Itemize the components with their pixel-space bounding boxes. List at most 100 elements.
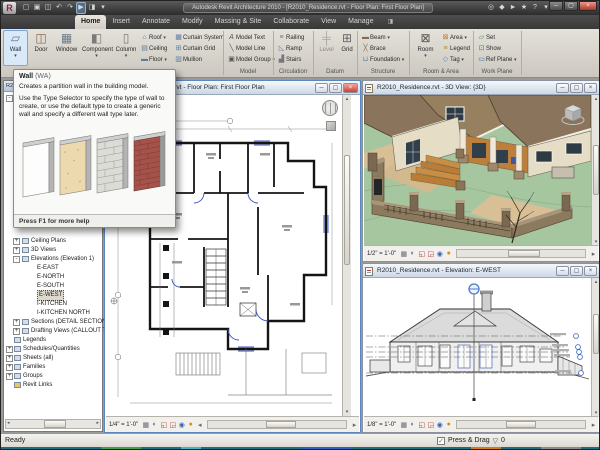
crop-view-icon[interactable]: ◱ [417,421,426,429]
window-button[interactable]: ▦ Window [54,30,79,66]
floor-button[interactable]: ▬Floor ▾ [140,54,167,65]
viewbar-more-icon[interactable]: ◂ [195,421,204,429]
roof-button[interactable]: ⌂Roof ▾ [140,32,166,43]
reveal-hidden-icon[interactable]: ● [186,421,195,428]
graphics-style-icon[interactable]: ▦ [399,250,408,258]
column-button[interactable]: ▯ Column ▾ [114,30,138,66]
scroll-thumb[interactable] [344,155,350,265]
legend-button[interactable]: ≡Legend [441,43,470,54]
scale-control[interactable]: 1/2" = 1'-0" [364,251,399,257]
crop-view-icon[interactable]: ◱ [159,421,168,429]
temporary-hide-icon[interactable]: ◉ [435,250,444,258]
maximize-button[interactable]: ▢ [564,1,578,11]
child-minimize-button[interactable]: ─ [556,266,569,276]
3d-view-horizontal-scrollbar[interactable] [456,249,586,258]
tree-item-e-north[interactable]: E-NORTH [4,273,102,282]
tab-manage[interactable]: Manage [342,15,379,29]
tree-item-schedules[interactable]: +Schedules/Quantities [4,345,102,354]
open-icon[interactable]: ▣ [32,2,42,14]
revit-logo-icon[interactable]: R [3,2,16,14]
modify-icon[interactable]: ◨ [87,2,97,14]
viewcube-icon[interactable] [560,101,586,127]
tab-home[interactable]: Home [75,15,106,29]
tab-view[interactable]: View [315,15,342,29]
panel-label-structure[interactable]: Structure [357,67,409,77]
show-button[interactable]: ⊡Show [477,43,501,54]
wall-button[interactable]: ▱ Wall ▾ [3,30,28,66]
shadows-icon[interactable]: ◐ [408,250,417,257]
reveal-hidden-icon[interactable]: ● [444,421,453,428]
floor-plan-horizontal-scrollbar[interactable] [207,420,347,429]
tab-insert[interactable]: Insert [106,15,136,29]
child-restore-button[interactable]: ▢ [329,83,342,93]
ramp-button[interactable]: ◺Ramp [277,43,302,54]
grid-button[interactable]: ⊞ Grid [338,30,356,66]
minimize-button[interactable]: ─ [549,1,563,11]
steering-wheel-icon[interactable] [322,100,338,116]
communication-icon[interactable]: ► [508,2,518,14]
mullion-button[interactable]: ▥Mullion [174,54,202,65]
scale-control[interactable]: 1/8" = 1'-0" [364,422,399,428]
child-minimize-button[interactable]: ─ [556,83,569,93]
temporary-hide-icon[interactable]: ◉ [435,421,444,429]
press-drag-checkbox[interactable]: ✓ [437,437,445,445]
ceiling-button[interactable]: ▤Ceiling [140,43,167,54]
undo-icon[interactable]: ↶ [54,2,64,14]
qat-dropdown-icon[interactable]: ▾ [98,2,108,14]
elevation-horizontal-scrollbar[interactable] [456,420,586,429]
tree-item-legends[interactable]: Legends [4,336,102,345]
scroll-up-icon[interactable]: ▴ [592,95,600,103]
title-bar[interactable]: R ▢ ▣ ◫ ↶ ↷ ▶ ◨ ▾ Autodesk Revit Archite… [1,1,599,15]
scroll-right-icon[interactable]: ▸ [96,420,99,426]
child-close-button[interactable]: × [584,83,597,93]
set-button[interactable]: ▱Set [477,32,495,43]
3d-view-canvas[interactable]: ▴ ▾ [364,95,600,246]
redo-icon[interactable]: ↷ [65,2,75,14]
child-close-button[interactable]: × [343,83,358,93]
tree-item-e-east[interactable]: E-EAST [4,264,102,273]
scroll-up-icon[interactable]: ▴ [343,95,351,103]
crop-region-icon[interactable]: ◲ [426,421,435,429]
tree-item-revit-links[interactable]: Revit Links [4,381,102,390]
child-restore-button[interactable]: ▢ [570,83,583,93]
curtain-system-button[interactable]: ▦Curtain System [174,32,224,43]
brace-button[interactable]: ╳Brace [361,43,386,54]
crop-region-icon[interactable]: ◲ [168,421,177,429]
model-group-button[interactable]: ▣Model Group ▾ [227,54,275,65]
floor-plan-vertical-scrollbar[interactable]: ▴ ▾ [342,95,351,416]
railing-button[interactable]: ≡Railing [277,32,304,43]
tab-massing-site[interactable]: Massing & Site [209,15,268,29]
browser-horizontal-scrollbar[interactable]: ◂ ▸ [5,419,101,429]
model-line-button[interactable]: ╲Model Line [227,43,265,54]
tree-root-expand[interactable]: - [6,95,13,102]
navigation-cube-icon[interactable] [326,121,336,131]
tree-item-families[interactable]: +Families [4,363,102,372]
scroll-right-icon[interactable]: ▸ [350,421,359,429]
elevation-canvas[interactable]: ▴ ▾ [364,278,600,417]
elevation-vertical-scrollbar[interactable]: ▴ ▾ [591,278,600,417]
curtain-grid-button[interactable]: ⊞Curtain Grid [174,43,215,54]
graphics-style-icon[interactable]: ▦ [399,421,408,429]
tab-collaborate[interactable]: Collaborate [267,15,315,29]
tree-item-ceiling-plans[interactable]: +Ceiling Plans [4,237,102,246]
area-button[interactable]: ⊠Area ▾ [441,32,467,43]
tree-item-e-west[interactable]: E-WEST [4,291,102,300]
tree-item-groups[interactable]: +Groups [4,372,102,381]
graphics-style-icon[interactable]: ▦ [141,421,150,429]
scroll-thumb[interactable] [44,420,66,428]
tree-item-sections[interactable]: +Sections (DETAIL SECTION) [4,318,102,327]
scale-control[interactable]: 1/4" = 1'-0" [106,422,141,428]
panel-label-room-area[interactable]: Room & Area [409,67,473,77]
level-button[interactable]: ╪ Level [317,30,336,66]
scroll-thumb[interactable] [593,145,599,195]
tab-modify[interactable]: Modify [176,15,209,29]
new-icon[interactable]: ▢ [21,2,31,14]
search-icon[interactable]: ◎ [486,2,496,14]
help-icon[interactable]: ? [530,2,540,14]
scroll-down-icon[interactable]: ▾ [343,408,351,416]
crop-view-icon[interactable]: ◱ [417,250,426,258]
3d-view-vertical-scrollbar[interactable]: ▴ ▾ [591,95,600,246]
scroll-right-icon[interactable]: ▸ [589,250,598,258]
tree-item-i-kitchen-north[interactable]: I-KITCHEN NORTH [4,309,102,318]
child-close-button[interactable]: × [584,266,597,276]
